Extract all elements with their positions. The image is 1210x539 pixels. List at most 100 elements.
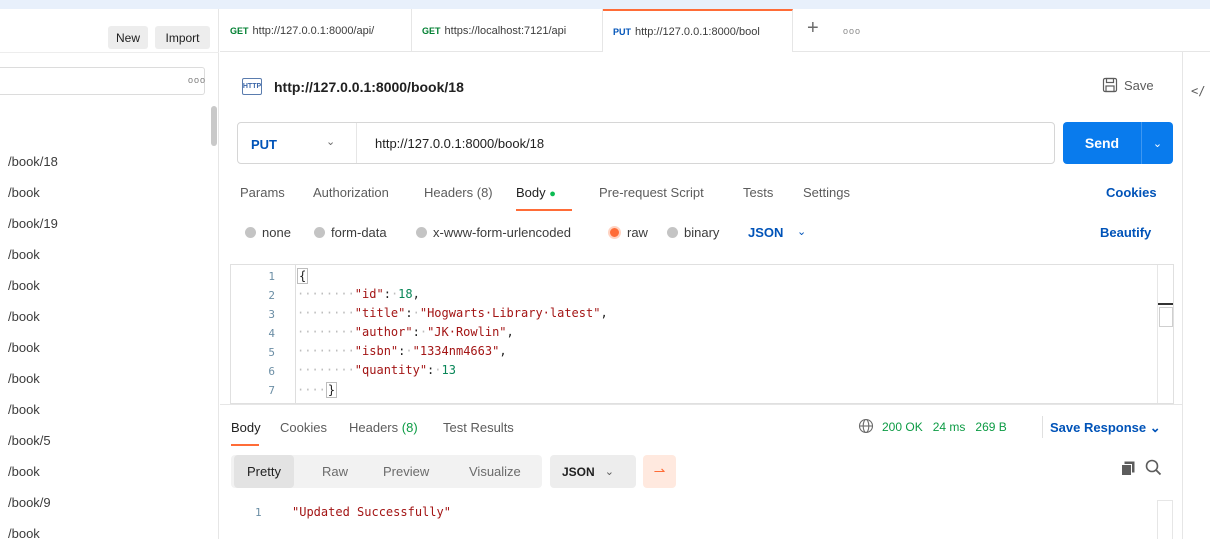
radio-label: form-data (331, 225, 387, 240)
request-title[interactable]: http://127.0.0.1:8000/book/18 (274, 79, 464, 95)
sidebar-scrollbar[interactable] (211, 106, 217, 146)
tab-body[interactable]: Body ● (516, 185, 556, 200)
tab-authorization[interactable]: Authorization (313, 185, 389, 200)
radio-form-data[interactable]: form-data (314, 225, 387, 240)
save-label: Save (1124, 77, 1154, 93)
radio-circle (667, 227, 678, 238)
history-item[interactable]: /book (8, 301, 208, 332)
json-value: "Hogwarts·Library·latest" (419, 306, 601, 320)
tab-label: https://localhost:7121/api (444, 24, 567, 37)
editor-scroll-thumb[interactable] (1159, 307, 1173, 327)
response-scrollbar[interactable] (1157, 500, 1173, 539)
tab-headers[interactable]: Headers (8) (424, 185, 493, 200)
copy-icon[interactable] (1121, 461, 1135, 476)
method-select[interactable]: PUT (251, 137, 277, 152)
beautify-link[interactable]: Beautify (1100, 225, 1151, 240)
format-raw[interactable]: Raw (322, 455, 348, 488)
brace-close: } (325, 382, 338, 398)
new-button[interactable]: New (108, 26, 148, 49)
response-divider[interactable] (220, 404, 1182, 405)
response-time: 24 ms (932, 420, 966, 434)
tab-get-api[interactable]: GET http://127.0.0.1:8000/api/ (220, 9, 412, 52)
tab-get-localhost[interactable]: GET https://localhost:7121/api (412, 9, 603, 52)
json-key: "quantity" (354, 363, 428, 377)
request-body-editor[interactable]: 1 2 3 4 5 6 7 { ········"id":·18, ······… (230, 264, 1174, 404)
response-tab-test-results[interactable]: Test Results (443, 420, 514, 435)
send-button-group: Send ⌄ (1063, 122, 1173, 164)
radio-none[interactable]: none (245, 225, 291, 240)
globe-icon[interactable] (858, 418, 874, 434)
search-icon[interactable] (1145, 459, 1162, 476)
history-item[interactable]: /book (8, 456, 208, 487)
tab-params[interactable]: Params (240, 185, 285, 200)
sidebar-search-input[interactable] (0, 67, 205, 95)
response-language-label: JSON (562, 464, 595, 479)
json-key: "isbn" (354, 344, 399, 358)
line-number: 2 (268, 289, 275, 302)
history-item[interactable]: /book (8, 332, 208, 363)
cookies-link[interactable]: Cookies (1106, 185, 1157, 200)
response-language-select[interactable]: JSON ⌄ (550, 455, 636, 488)
history-item[interactable]: /book (8, 363, 208, 394)
save-button[interactable]: Save (1102, 77, 1154, 93)
format-pretty[interactable]: Pretty (234, 455, 294, 488)
url-input[interactable]: http://127.0.0.1:8000/book/18 (375, 136, 544, 151)
code-line: ········"id":·18, (297, 287, 420, 301)
tab-label: http://127.0.0.1:8000/bool (635, 25, 760, 38)
history-item[interactable]: /book/5 (8, 425, 208, 456)
response-tab-headers[interactable]: Headers (8) (349, 420, 418, 435)
history-item[interactable]: /book (8, 394, 208, 425)
history-item[interactable]: /book (8, 270, 208, 301)
tab-prerequest-script[interactable]: Pre-request Script (599, 185, 704, 200)
tab-settings[interactable]: Settings (803, 185, 850, 200)
status-separator (1042, 416, 1043, 438)
save-response-button[interactable]: Save Response ⌄ (1050, 420, 1161, 436)
code-line: ····} (297, 382, 338, 398)
send-button[interactable]: Send (1063, 122, 1141, 164)
tab-method: GET (230, 25, 249, 36)
response-body[interactable]: "Updated Successfully" (292, 505, 451, 519)
response-status[interactable]: 200 OK 24 ms 269 B (882, 420, 1007, 434)
history-item[interactable]: /book/19 (8, 208, 208, 239)
tab-method: PUT (613, 26, 631, 37)
import-button[interactable]: Import (155, 26, 210, 49)
radio-circle (245, 227, 256, 238)
code-line: ········"isbn":·"1334nm4663", (297, 344, 507, 358)
history-item[interactable]: /book (8, 239, 208, 270)
history-item[interactable]: /book/18 (8, 146, 208, 177)
chevron-down-icon[interactable]: ⌄ (797, 225, 806, 238)
format-visualize[interactable]: Visualize (469, 455, 521, 488)
sidebar-header: New Import (0, 9, 219, 53)
radio-binary[interactable]: binary (667, 225, 719, 240)
json-value: 18 (398, 287, 413, 301)
code-icon[interactable]: </ (1191, 84, 1205, 98)
sidebar-more-icon[interactable]: ooo (188, 75, 206, 85)
line-number: 1 (268, 270, 275, 283)
tab-body-label: Body (516, 185, 546, 200)
new-tab-icon[interactable]: + (807, 17, 819, 40)
send-options-chevron-icon[interactable]: ⌄ (1142, 122, 1173, 164)
tab-more-icon[interactable]: ooo (843, 26, 861, 36)
line-number: 5 (268, 346, 275, 359)
sidebar: New Import ooo /book/18 /book /book/19 /… (0, 9, 219, 539)
response-format-group: Pretty Raw Preview Visualize (231, 455, 542, 488)
format-preview[interactable]: Preview (383, 455, 429, 488)
response-tab-cookies[interactable]: Cookies (280, 420, 327, 435)
code-line: ········"title":·"Hogwarts·Library·lates… (297, 306, 608, 320)
tab-tests[interactable]: Tests (743, 185, 773, 200)
history-item[interactable]: /book (8, 177, 208, 208)
response-tab-body[interactable]: Body (231, 420, 261, 435)
history-item[interactable]: /book (8, 518, 208, 539)
code-line: { (297, 268, 309, 284)
chevron-down-icon[interactable]: ⌄ (326, 135, 335, 148)
json-key: "title" (354, 306, 406, 320)
history-item[interactable]: /book/9 (8, 487, 208, 518)
json-value: "1334nm4663" (412, 344, 500, 358)
chevron-down-icon: ⌄ (604, 466, 614, 478)
body-format-select[interactable]: JSON (748, 225, 783, 240)
tab-put-book[interactable]: PUT http://127.0.0.1:8000/bool (603, 9, 793, 52)
editor-scrollbar[interactable] (1157, 265, 1173, 403)
radio-raw[interactable]: raw (608, 225, 648, 240)
wrap-lines-icon[interactable]: ⇀ (643, 455, 676, 488)
radio-urlencoded[interactable]: x-www-form-urlencoded (416, 225, 571, 240)
